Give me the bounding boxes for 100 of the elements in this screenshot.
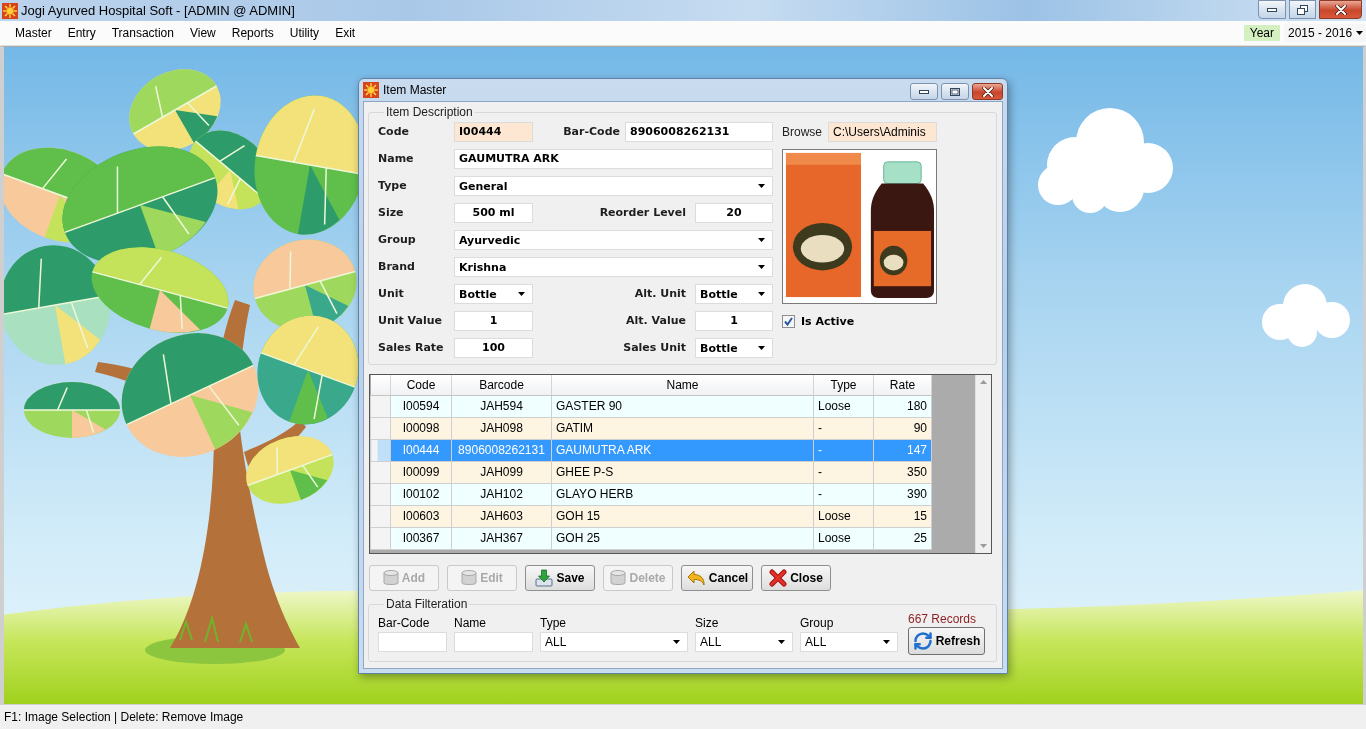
table-cell: I00603 — [390, 505, 452, 527]
restore-button[interactable] — [1289, 0, 1316, 19]
menu-item[interactable]: Master — [7, 24, 60, 42]
field-label: Type — [540, 615, 567, 630]
table-cell: JAH098 — [451, 417, 552, 439]
text-field[interactable]: 100 — [454, 338, 533, 358]
refresh-button[interactable]: Refresh — [908, 627, 985, 655]
text-field[interactable] — [454, 632, 533, 652]
menu-item[interactable]: Transaction — [103, 24, 182, 42]
window-title: Jogi Ayurved Hospital Soft - [ADMIN @ ADMIN] — [21, 3, 295, 18]
checkbox-icon[interactable] — [782, 314, 795, 328]
menu-item[interactable]: Utility — [281, 24, 328, 42]
close-button[interactable]: Close — [761, 565, 831, 591]
table-cell: GOH 25 — [551, 527, 814, 549]
close-icon — [981, 86, 994, 97]
dropdown[interactable]: Bottle — [695, 338, 773, 358]
maximize-button[interactable] — [941, 83, 969, 100]
dropdown[interactable]: General — [454, 176, 773, 196]
text-field[interactable] — [378, 632, 447, 652]
dropdown[interactable]: Krishna — [454, 257, 773, 277]
maximize-icon — [950, 87, 960, 96]
table-cell: GLAYO HERB — [551, 483, 814, 505]
dropdown[interactable]: Ayurvedic — [454, 230, 773, 250]
close-icon — [1334, 4, 1347, 15]
text-field[interactable]: 20 — [695, 203, 773, 223]
caret-icon — [758, 238, 765, 242]
table-row[interactable]: I00603 JAH603 GOH 15 Loose 15 — [370, 505, 932, 527]
minimize-button[interactable] — [1258, 0, 1286, 19]
field-label: Browse — [782, 124, 822, 141]
dialog-title: Item Master — [383, 83, 447, 97]
text-field[interactable]: 500 ml — [454, 203, 533, 223]
table-cell: JAH367 — [451, 527, 552, 549]
save-button[interactable]: Save — [525, 565, 595, 591]
close-button[interactable] — [1319, 0, 1362, 19]
database-icon — [382, 569, 399, 587]
dropdown[interactable]: Bottle — [454, 284, 533, 304]
text-field[interactable]: 1 — [695, 311, 773, 331]
table-cell: JAH102 — [451, 483, 552, 505]
field-label: Name — [454, 615, 487, 630]
minimize-icon — [1267, 7, 1277, 12]
menu-item[interactable]: View — [181, 24, 224, 42]
sun-icon — [363, 82, 379, 98]
text-field[interactable]: 8906008262131 — [625, 122, 773, 142]
dropdown[interactable]: ALL — [800, 632, 898, 652]
table-row[interactable]: I00099 JAH099 GHEE P-S - 350 — [370, 461, 932, 483]
table-cell: GAUMUTRA ARK — [551, 439, 814, 461]
menu-item[interactable]: Reports — [223, 24, 282, 42]
is-active-checkbox[interactable]: Is Active — [782, 314, 855, 328]
column-header[interactable]: Code — [390, 375, 452, 395]
table-row[interactable]: I00102 JAH102 GLAYO HERB - 390 — [370, 483, 932, 505]
caret-up-icon — [980, 380, 987, 384]
table-cell: JAH603 — [451, 505, 552, 527]
sun-icon — [2, 2, 18, 19]
column-header[interactable]: Barcode — [451, 375, 552, 395]
table-cell: JAH099 — [451, 461, 552, 483]
close-button[interactable] — [972, 83, 1003, 100]
cancel-button[interactable]: Cancel — [681, 565, 753, 591]
text-field[interactable]: 1 — [454, 311, 533, 331]
table-cell: I00098 — [390, 417, 452, 439]
field-label: Unit Value — [378, 313, 444, 329]
table-cell: Loose — [813, 395, 874, 417]
minimize-button[interactable] — [910, 83, 938, 100]
dropdown[interactable]: Bottle — [695, 284, 773, 304]
table-cell: 350 — [873, 461, 932, 483]
table-row[interactable]: I00367 JAH367 GOH 25 Loose 25 — [370, 527, 932, 549]
field-label: Sales Unit — [622, 340, 687, 356]
menu-item[interactable]: Exit — [327, 24, 364, 42]
column-header[interactable]: Name — [551, 375, 814, 395]
row-header-cell — [370, 439, 391, 461]
scrollbar[interactable] — [975, 375, 991, 553]
dropdown[interactable]: ALL — [540, 632, 688, 652]
menu-item[interactable]: Entry — [59, 24, 104, 42]
table-cell: GHEE P-S — [551, 461, 814, 483]
text-field[interactable]: C:\Users\Adminis — [828, 122, 937, 142]
table-cell: 90 — [873, 417, 932, 439]
dropdown[interactable]: ALL — [695, 632, 793, 652]
column-header[interactable]: Rate — [873, 375, 932, 395]
group-title: Data Filteration — [385, 597, 469, 611]
text-field[interactable]: I00444 — [454, 122, 533, 142]
column-header-corner — [370, 375, 391, 395]
year-label: Year — [1243, 25, 1280, 41]
caret-icon — [758, 184, 765, 188]
caret-icon — [758, 292, 765, 296]
table-row[interactable]: I00594 JAH594 GASTER 90 Loose 180 — [370, 395, 932, 417]
table-cell: I00444 — [390, 439, 452, 461]
field-label: Type — [378, 178, 408, 194]
table-cell: 180 — [873, 395, 932, 417]
caret-icon — [758, 265, 765, 269]
table-row[interactable]: I00098 JAH098 GATIM - 90 — [370, 417, 932, 439]
column-header[interactable]: Type — [813, 375, 874, 395]
caret-icon — [758, 346, 765, 350]
database-icon — [610, 569, 627, 587]
year-dropdown[interactable]: 2015 - 2016 — [1284, 24, 1366, 42]
caret-icon — [1356, 31, 1363, 35]
table-cell: 147 — [873, 439, 932, 461]
field-label: Reorder Level — [598, 205, 687, 221]
field-label: Name — [378, 151, 415, 167]
field-label: Bar-Code — [378, 615, 431, 630]
text-field[interactable]: GAUMUTRA ARK — [454, 149, 773, 169]
restore-icon — [1297, 4, 1308, 15]
